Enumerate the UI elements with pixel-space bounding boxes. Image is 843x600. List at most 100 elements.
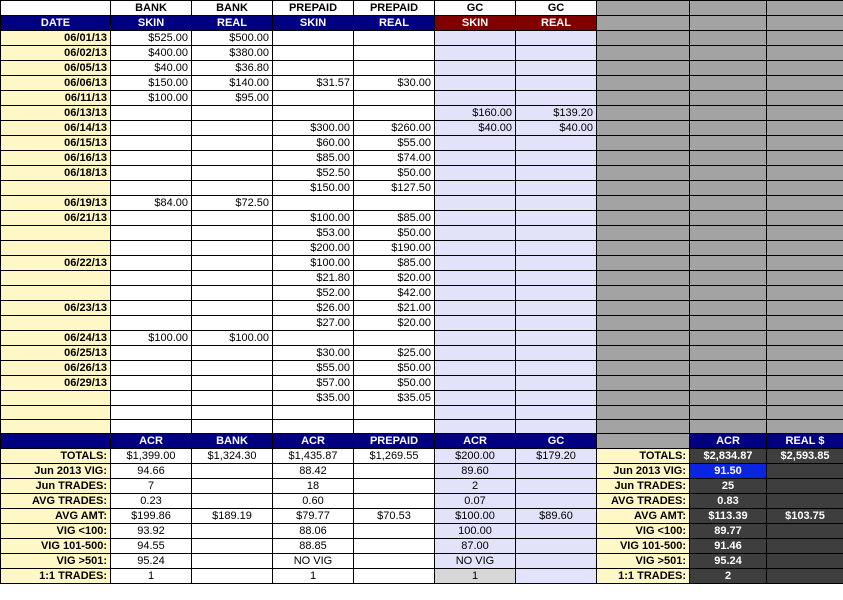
summary-value[interactable]: $189.19	[191, 508, 273, 524]
summary-value[interactable]: 1	[272, 568, 354, 584]
amount-cell[interactable]: $200.00	[272, 240, 354, 256]
amount-cell[interactable]: $21.80	[272, 270, 354, 286]
date-cell[interactable]: 06/19/13	[0, 195, 111, 211]
amount-cell[interactable]	[515, 390, 597, 406]
amount-cell[interactable]	[110, 405, 192, 420]
amount-cell[interactable]	[434, 419, 516, 434]
data-row-gray-cell[interactable]	[689, 150, 767, 166]
data-row-gray-cell[interactable]	[689, 330, 767, 346]
amount-cell[interactable]: $160.00	[434, 105, 516, 121]
summary-right-value[interactable]: $2,593.85	[766, 448, 843, 464]
summary-value[interactable]: 1	[110, 568, 192, 584]
data-row-gray-cell[interactable]	[766, 105, 843, 121]
amount-cell[interactable]	[515, 345, 597, 361]
summary-right-label[interactable]: VIG <100:	[596, 523, 690, 539]
data-row-gray-cell[interactable]	[766, 390, 843, 406]
header-row-2-gray-cell[interactable]	[596, 15, 690, 31]
summary-right-value[interactable]	[766, 478, 843, 494]
amount-cell[interactable]	[191, 285, 273, 301]
summary-label[interactable]: 1:1 TRADES:	[0, 568, 111, 584]
column-header[interactable]: REAL	[353, 15, 435, 31]
summary-value[interactable]: 89.60	[434, 463, 516, 479]
amount-cell[interactable]: $31.57	[272, 75, 354, 91]
summary-value[interactable]: 18	[272, 478, 354, 494]
data-row-gray-cell[interactable]	[689, 419, 767, 434]
summary-label[interactable]: VIG >501:	[0, 553, 111, 569]
summary-value[interactable]: 88.85	[272, 538, 354, 554]
amount-cell[interactable]: $500.00	[191, 30, 273, 46]
amount-cell[interactable]	[191, 375, 273, 391]
data-row-gray-cell[interactable]	[689, 285, 767, 301]
summary-right-label[interactable]: 1:1 TRADES:	[596, 568, 690, 584]
summary-label[interactable]: AVG TRADES:	[0, 493, 111, 509]
data-row-gray-cell[interactable]	[689, 60, 767, 76]
summary-value[interactable]: 0.07	[434, 493, 516, 509]
summary-value[interactable]	[515, 538, 597, 554]
data-row-gray-cell[interactable]	[766, 330, 843, 346]
data-row-gray-cell[interactable]	[766, 419, 843, 434]
amount-cell[interactable]: $190.00	[353, 240, 435, 256]
amount-cell[interactable]	[434, 45, 516, 61]
date-cell[interactable]: 06/18/13	[0, 165, 111, 181]
amount-cell[interactable]	[434, 405, 516, 420]
data-row-gray-cell[interactable]	[766, 315, 843, 331]
data-row-gray-cell[interactable]	[766, 195, 843, 211]
data-row-gray-cell[interactable]	[689, 75, 767, 91]
data-row-gray-cell[interactable]	[596, 390, 690, 406]
date-cell[interactable]: 06/15/13	[0, 135, 111, 151]
amount-cell[interactable]	[353, 405, 435, 420]
column-header[interactable]: SKIN	[434, 15, 516, 31]
data-row-gray-cell[interactable]	[766, 45, 843, 61]
amount-cell[interactable]	[434, 30, 516, 46]
summary-value[interactable]	[515, 493, 597, 509]
amount-cell[interactable]	[515, 270, 597, 286]
amount-cell[interactable]: $100.00	[191, 330, 273, 346]
date-cell[interactable]: 06/24/13	[0, 330, 111, 346]
amount-cell[interactable]	[272, 30, 354, 46]
amount-cell[interactable]	[434, 315, 516, 331]
summary-label[interactable]: TOTALS:	[0, 448, 111, 464]
summary-right-value[interactable]: 91.46	[689, 538, 767, 554]
summary-value[interactable]: NO VIG	[434, 553, 516, 569]
amount-cell[interactable]	[434, 330, 516, 346]
amount-cell[interactable]: $50.00	[353, 360, 435, 376]
date-cell[interactable]	[0, 390, 111, 406]
data-row-gray-cell[interactable]	[689, 345, 767, 361]
amount-cell[interactable]: $100.00	[272, 210, 354, 226]
data-row-gray-cell[interactable]	[766, 30, 843, 46]
data-row-gray-cell[interactable]	[689, 240, 767, 256]
amount-cell[interactable]: $95.00	[191, 90, 273, 106]
summary-value[interactable]	[353, 478, 435, 494]
amount-cell[interactable]	[272, 419, 354, 434]
summary-value[interactable]: $79.77	[272, 508, 354, 524]
summary-value[interactable]	[515, 568, 597, 584]
summary-value[interactable]	[191, 478, 273, 494]
summary-value[interactable]: $100.00	[434, 508, 516, 524]
column-header[interactable]: SKIN	[272, 15, 354, 31]
summary-value[interactable]: 88.06	[272, 523, 354, 539]
data-row-gray-cell[interactable]	[596, 285, 690, 301]
summary-value[interactable]	[191, 538, 273, 554]
amount-cell[interactable]	[191, 240, 273, 256]
amount-cell[interactable]	[515, 300, 597, 316]
amount-cell[interactable]: $525.00	[110, 30, 192, 46]
amount-cell[interactable]: $40.00	[110, 60, 192, 76]
summary-value[interactable]	[191, 568, 273, 584]
amount-cell[interactable]	[191, 210, 273, 226]
date-cell[interactable]	[0, 270, 111, 286]
column-header[interactable]: REAL	[515, 15, 597, 31]
amount-cell[interactable]	[110, 225, 192, 241]
data-row-gray-cell[interactable]	[766, 285, 843, 301]
date-cell[interactable]	[0, 315, 111, 331]
amount-cell[interactable]	[110, 240, 192, 256]
amount-cell[interactable]	[434, 270, 516, 286]
amount-cell[interactable]	[434, 390, 516, 406]
amount-cell[interactable]: $42.00	[353, 285, 435, 301]
summary-column-header[interactable]: BANK	[191, 433, 273, 449]
amount-cell[interactable]	[272, 330, 354, 346]
summary-value[interactable]: $1,269.55	[353, 448, 435, 464]
amount-cell[interactable]	[110, 375, 192, 391]
amount-cell[interactable]	[191, 120, 273, 136]
amount-cell[interactable]	[110, 360, 192, 376]
summary-value[interactable]: $179.20	[515, 448, 597, 464]
